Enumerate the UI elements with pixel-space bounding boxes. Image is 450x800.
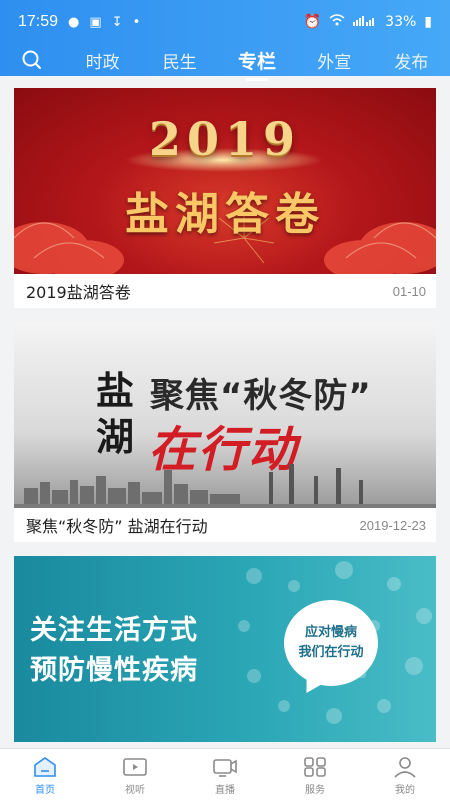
banner-image: 2019 盐湖答卷 [14, 88, 436, 274]
banner-side-text: 盐湖 [96, 369, 135, 459]
tab-shizheng[interactable]: 时政 [64, 48, 141, 73]
status-right: ⏰ 33% ▮ [304, 14, 432, 30]
card-title: 2019盐湖答卷 [26, 283, 131, 302]
banner-title: 盐湖答卷 [125, 189, 325, 240]
dot-icon: • [132, 14, 141, 30]
status-time: 17:59 [18, 13, 59, 30]
feed-card[interactable]: 盐湖 聚焦“秋冬防” 在行动 聚焦“秋冬防” 盐湖在行动 2019-12-23 [14, 322, 436, 542]
live-icon [213, 758, 237, 777]
video-icon [123, 757, 147, 776]
grid-icon [304, 756, 326, 777]
banner-year: 2019 [148, 112, 302, 166]
battery-icon: ▮ [424, 14, 432, 30]
nav-home[interactable]: 首页 [0, 749, 90, 800]
card-date: 01-10 [392, 283, 426, 299]
search-button[interactable] [0, 49, 64, 71]
speech-bubble: 应对慢病 我们在行动 [284, 600, 378, 686]
feed-card[interactable]: 2019 盐湖答卷 2019盐湖答卷 01-10 [14, 88, 436, 308]
status-bar: 17:59 ● ▣ ↧ • ⏰ 33% ▮ [0, 0, 450, 44]
tab-minsheng[interactable]: 民生 [141, 48, 218, 73]
skyline-illustration [14, 464, 436, 508]
tab-waixuan[interactable]: 外宣 [296, 48, 373, 73]
search-icon [22, 50, 41, 69]
nav-label: 服务 [305, 784, 325, 796]
home-icon [34, 756, 56, 777]
tab-fabu[interactable]: 发布 [373, 48, 450, 73]
banner-headline: 关注生活方式 [30, 615, 198, 646]
bottom-nav: 首页 视听 直播 服务 我的 [0, 748, 450, 800]
category-tabs: 时政 民生 专栏 外宣 发布 [0, 44, 450, 81]
banner-image: 盐湖 聚焦“秋冬防” 在行动 [14, 322, 436, 508]
alarm-icon: ⏰ [303, 14, 322, 30]
nav-label: 视听 [125, 784, 145, 796]
nav-label: 我的 [395, 784, 415, 796]
bubble-line-2: 我们在行动 [298, 645, 364, 660]
nav-service[interactable]: 服务 [270, 749, 360, 800]
nav-label: 直播 [215, 784, 235, 796]
top-header: 17:59 ● ▣ ↧ • ⏰ 33% ▮ 时政 民生 专栏 外宣 发布 [0, 0, 450, 81]
image-icon: ▣ [89, 14, 102, 30]
location-icon: ● [68, 14, 80, 30]
banner-subheadline: 预防慢性疾病 [30, 655, 198, 686]
card-title: 聚焦“秋冬防” 盐湖在行动 [26, 517, 208, 536]
nav-video[interactable]: 视听 [90, 749, 180, 800]
card-caption: 聚焦“秋冬防” 盐湖在行动 2019-12-23 [14, 508, 436, 542]
tab-zhuanlan[interactable]: 专栏 [218, 47, 295, 81]
feed-card[interactable]: 关注生活方式 预防慢性疾病 应对慢病 我们在行动 [14, 556, 436, 742]
signal-icon [353, 14, 377, 30]
card-caption: 2019盐湖答卷 01-10 [14, 274, 436, 308]
nav-label: 首页 [35, 784, 55, 796]
nav-live[interactable]: 直播 [180, 749, 270, 800]
feed-list: 2019 盐湖答卷 2019盐湖答卷 01-10 盐湖 聚焦“秋冬防” 在行动 [14, 88, 436, 756]
card-date: 2019-12-23 [359, 517, 427, 533]
banner-image: 关注生活方式 预防慢性疾病 应对慢病 我们在行动 [14, 556, 436, 742]
nav-mine[interactable]: 我的 [360, 749, 450, 800]
bubble-line-1: 应对慢病 [304, 625, 357, 640]
battery-text: 33% [385, 14, 417, 30]
wifi-icon [329, 14, 345, 30]
user-icon [394, 756, 416, 778]
download-icon: ↧ [111, 14, 123, 30]
